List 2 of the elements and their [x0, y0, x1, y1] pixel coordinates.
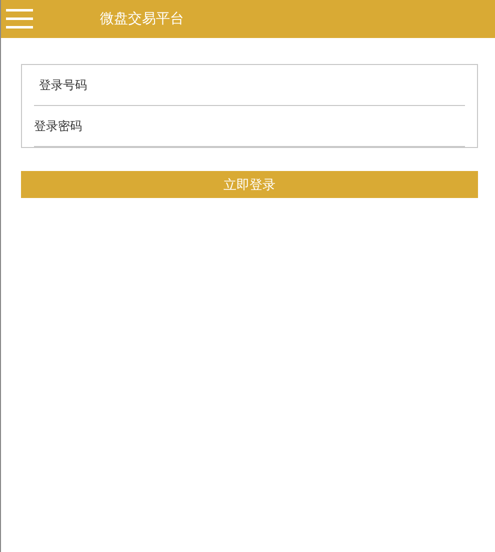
page-title: 微盘交易平台: [100, 10, 184, 28]
menu-icon[interactable]: [6, 8, 33, 30]
